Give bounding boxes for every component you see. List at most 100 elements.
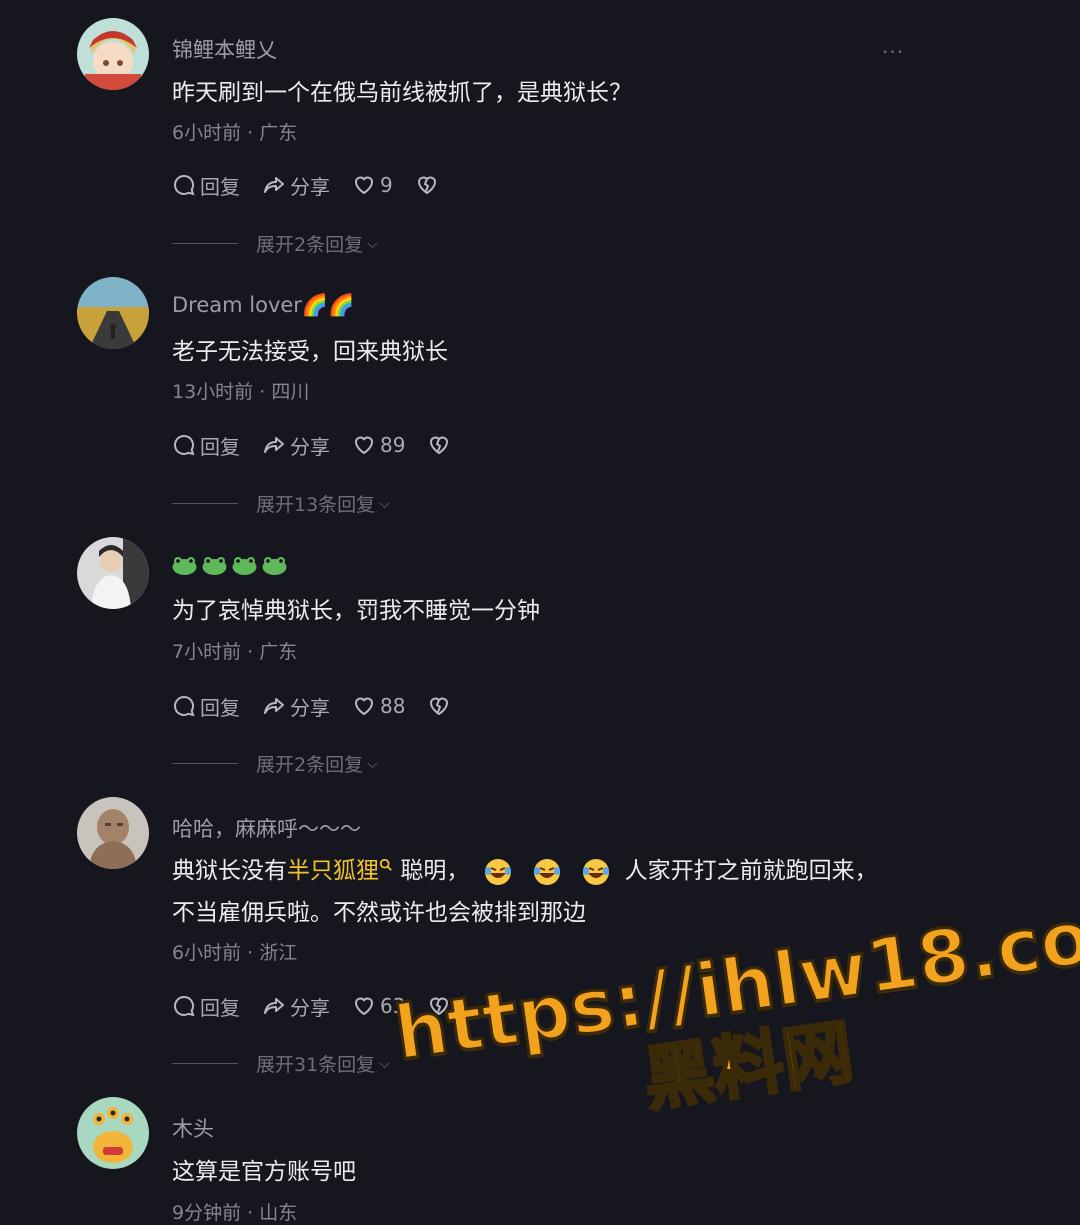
reply-button[interactable]: 回复	[172, 171, 240, 200]
avatar-statue-icon	[77, 797, 149, 869]
broken-heart-icon	[417, 176, 436, 195]
avatar[interactable]	[77, 18, 149, 90]
comment-text-part: 典狱长没有	[172, 858, 287, 884]
heart-icon	[354, 436, 374, 455]
heart-icon	[354, 697, 374, 716]
dislike-button[interactable]	[415, 173, 443, 197]
comment-location: 山东	[259, 1202, 298, 1224]
divider	[172, 503, 238, 504]
avatar-road-icon	[77, 277, 149, 349]
divider	[172, 243, 238, 244]
avatar-cartoon-monster-icon	[77, 1097, 149, 1169]
expand-replies-label: 展开13条回复	[256, 494, 376, 516]
share-label: 分享	[290, 434, 330, 459]
like-count: 89	[380, 433, 406, 457]
share-button[interactable]: 分享	[262, 171, 330, 200]
comment-time: 9分钟前	[172, 1202, 242, 1224]
comment-time: 6小时前	[172, 942, 242, 964]
more-options-icon[interactable]: ···	[882, 40, 904, 64]
search-keyword-link[interactable]: 半只狐狸	[287, 858, 379, 884]
chevron-down-icon: ⌵	[379, 495, 390, 512]
share-arrow-icon	[264, 437, 284, 453]
broken-heart-icon	[430, 697, 449, 716]
username[interactable]: 木头	[172, 1113, 214, 1143]
share-arrow-icon	[264, 698, 284, 714]
like-button[interactable]: 9	[352, 173, 393, 197]
reply-label: 回复	[200, 995, 240, 1020]
share-label: 分享	[290, 995, 330, 1020]
like-button[interactable]: 88	[352, 694, 405, 718]
share-button[interactable]: 分享	[262, 431, 330, 460]
frog-emoji-icon	[172, 557, 197, 575]
expand-replies-button[interactable]: 展开2条回复 ⌵	[172, 230, 378, 257]
share-button[interactable]: 分享	[262, 692, 330, 721]
share-label: 分享	[290, 174, 330, 199]
avatar[interactable]	[77, 537, 149, 609]
heart-icon	[354, 997, 374, 1016]
comment-meta: 7小时前 · 广东	[172, 641, 298, 663]
username[interactable]	[172, 552, 292, 576]
comment-time: 7小时前	[172, 641, 242, 663]
comment-location: 广东	[259, 122, 298, 144]
like-count: 88	[380, 694, 406, 718]
comment-text: 这算是官方账号吧	[172, 1159, 356, 1185]
frog-emoji-icon	[202, 557, 227, 575]
expand-replies-label: 展开31条回复	[256, 1054, 376, 1076]
comment-location: 四川	[271, 381, 310, 403]
comment-text: 为了哀悼典狱长，罚我不睡觉一分钟	[172, 598, 540, 624]
laughing-tears-emoji-icon	[533, 858, 560, 885]
reply-label: 回复	[200, 695, 240, 720]
reply-button[interactable]: 回复	[172, 692, 240, 721]
username[interactable]: Dream lover🌈🌈	[172, 293, 354, 318]
action-bar: 回复 分享 9	[172, 170, 465, 200]
divider	[172, 1063, 238, 1064]
expand-replies-label: 展开2条回复	[256, 234, 364, 256]
chevron-down-icon: ⌵	[367, 755, 378, 772]
share-label: 分享	[290, 695, 330, 720]
heart-icon	[354, 176, 374, 195]
avatar[interactable]	[77, 797, 149, 869]
frog-emoji-icon	[262, 557, 287, 575]
avatar-anime-girl-icon	[77, 18, 149, 90]
action-bar: 回复 分享 89	[172, 430, 477, 460]
comment-time: 6小时前	[172, 122, 242, 144]
divider	[172, 763, 238, 764]
reply-button[interactable]: 回复	[172, 992, 240, 1021]
reply-label: 回复	[200, 174, 240, 199]
comment-location: 浙江	[259, 942, 298, 964]
avatar-person-icon	[77, 537, 149, 609]
reply-label: 回复	[200, 434, 240, 459]
comment-time: 13小时前	[172, 381, 254, 403]
expand-replies-button[interactable]: 展开2条回复 ⌵	[172, 750, 378, 777]
username[interactable]: 哈哈，麻麻呼～～～	[172, 813, 361, 843]
chat-bubble-icon	[174, 174, 195, 196]
comment-text-line2: 不当雇佣兵啦。不然或许也会被排到那边	[172, 900, 586, 926]
username[interactable]: 锦鲤本鲤乂	[172, 34, 277, 64]
reply-button[interactable]: 回复	[172, 431, 240, 460]
dislike-button[interactable]	[427, 694, 455, 718]
action-bar: 回复 分享 88	[172, 691, 477, 721]
dislike-button[interactable]	[427, 433, 455, 457]
like-count: 9	[380, 173, 393, 197]
expand-replies-button[interactable]: 展开13条回复 ⌵	[172, 490, 390, 517]
expand-replies-button[interactable]: 展开31条回复 ⌵	[172, 1050, 390, 1077]
avatar[interactable]	[77, 1097, 149, 1169]
comment-text-part: 聪明，	[400, 858, 470, 884]
comment-location: 广东	[259, 641, 298, 663]
comment-meta: 13小时前 · 四川	[172, 381, 310, 403]
laughing-tears-emoji-icon	[484, 858, 511, 885]
chat-bubble-icon	[174, 434, 195, 456]
search-icon[interactable]	[379, 858, 393, 872]
comment-meta: 9分钟前 · 山东	[172, 1202, 298, 1224]
like-button[interactable]: 89	[352, 433, 405, 457]
share-arrow-icon	[264, 998, 284, 1014]
comment-meta: 6小时前 · 浙江	[172, 942, 298, 964]
share-button[interactable]: 分享	[262, 992, 330, 1021]
comment-meta: 6小时前 · 广东	[172, 122, 298, 144]
share-arrow-icon	[264, 177, 284, 193]
chevron-down-icon: ⌵	[367, 235, 378, 252]
chat-bubble-icon	[174, 695, 195, 717]
broken-heart-icon	[430, 436, 449, 455]
avatar[interactable]	[77, 277, 149, 349]
frog-emoji-icon	[232, 557, 257, 575]
